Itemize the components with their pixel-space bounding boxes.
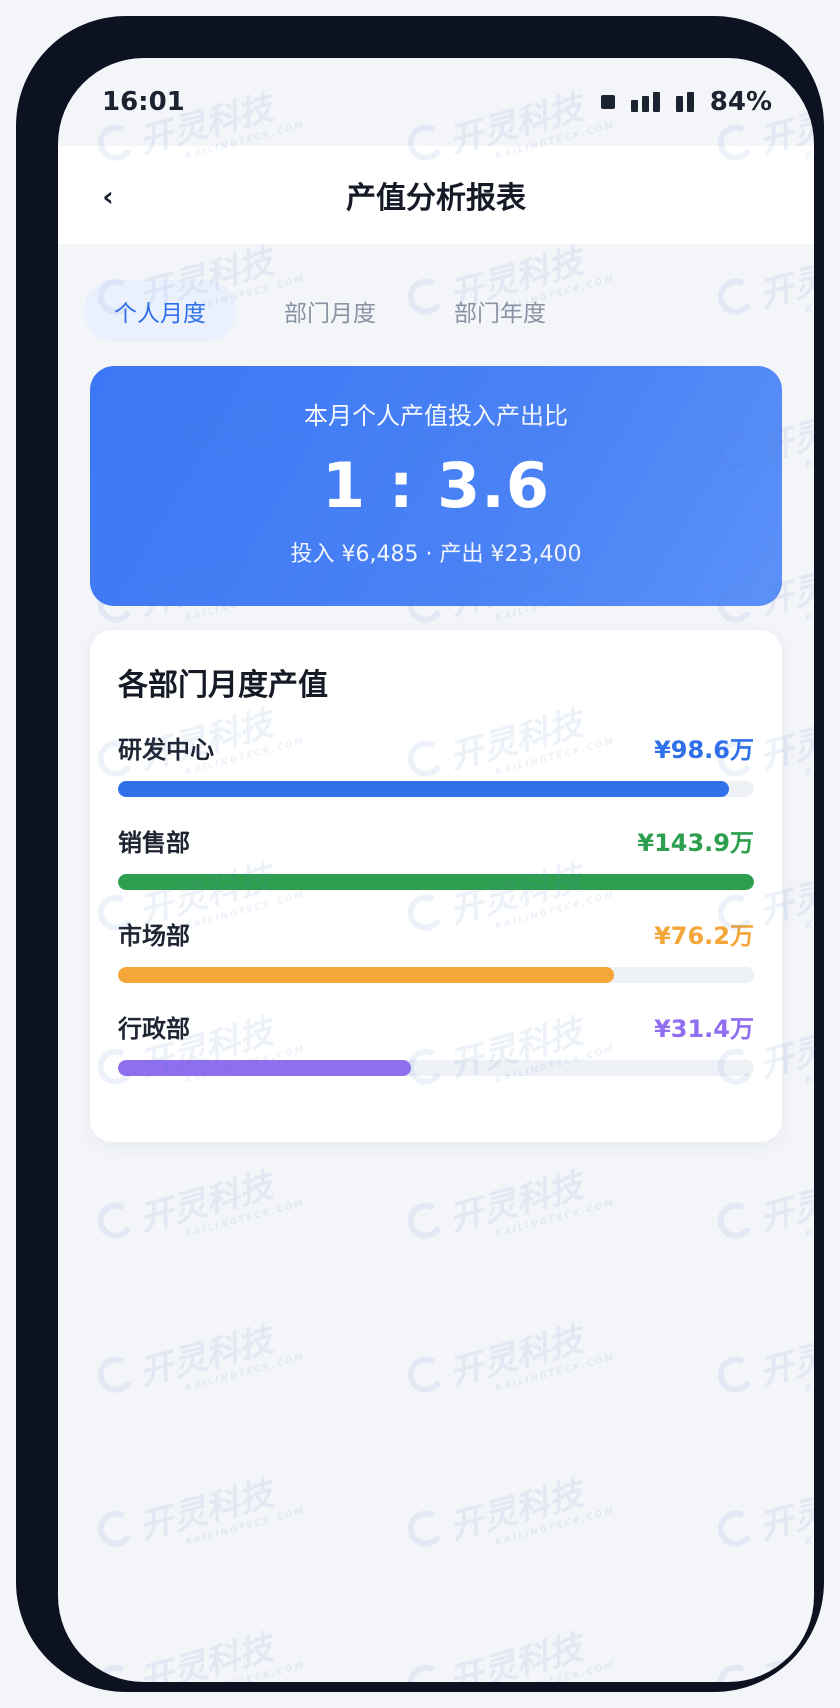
ratio-label: 本月个人产值投入产出比 (304, 402, 568, 430)
battery-level: 84% (709, 87, 772, 117)
department-name: 市场部 (118, 922, 190, 950)
department-value: ¥143.9万 (637, 829, 754, 857)
department-name: 销售部 (118, 829, 190, 857)
department-item: 销售部 ¥143.9万 (118, 823, 754, 890)
ratio-card: 本月个人产值投入产出比 1 : 3.6 投入 ¥6,485 · 产出 ¥23,4… (90, 366, 782, 606)
department-row: 研发中心 ¥98.6万 (118, 730, 754, 765)
watermark-logo: 开灵科技KAILINGTECK.COM (713, 1459, 814, 1558)
report-tabs: 个人月度 部门月度 部门年度 (84, 280, 576, 342)
department-card: 各部门月度产值 研发中心 ¥98.6万销售部 ¥143.9万市场部 ¥76.2万行政部… (90, 630, 782, 1142)
watermark-logo: 开灵科技KAILINGTECK.COM (713, 1613, 814, 1682)
department-row: 销售部 ¥143.9万 (118, 823, 754, 858)
back-icon[interactable]: ‹ (88, 176, 128, 216)
wifi-icon (675, 92, 694, 112)
phone-frame: 16:01 84% ‹ 产值分析报表 个人月度 部门月度 部门年度 本月个人产值投入… (16, 16, 824, 1692)
notification-icon (600, 95, 615, 109)
department-name: 研发中心 (118, 736, 214, 764)
watermark-logo: 开灵科技KAILINGTECK.COM (403, 1613, 616, 1682)
ratio-detail: 投入 ¥6,485 · 产出 ¥23,400 (290, 542, 582, 567)
tab-1[interactable]: 部门月度 (254, 280, 406, 342)
department-value: ¥31.4万 (654, 1015, 754, 1043)
progress-fill (118, 1060, 411, 1076)
watermark-logo: 开灵科技KAILINGTECK.COM (93, 1305, 306, 1404)
watermark-logo: 开灵科技KAILINGTECK.COM (93, 1459, 306, 1558)
progress-fill (118, 781, 729, 797)
progress-track (118, 874, 754, 890)
watermark-logo: 开灵科技KAILINGTECK.COM (713, 1151, 814, 1250)
progress-fill (118, 874, 754, 890)
progress-fill (118, 967, 615, 983)
department-row: 行政部 ¥31.4万 (118, 1009, 754, 1044)
page-title: 产值分析报表 (346, 181, 526, 216)
watermark-logo: 开灵科技KAILINGTECK.COM (403, 1459, 616, 1558)
ratio-value: 1 : 3.6 (322, 449, 550, 522)
tab-0[interactable]: 个人月度 (84, 280, 236, 342)
progress-track (118, 781, 754, 797)
progress-track (118, 967, 754, 983)
department-list: 研发中心 ¥98.6万销售部 ¥143.9万市场部 ¥76.2万行政部 ¥31.4万 (118, 730, 754, 1076)
watermark-logo: 开灵科技KAILINGTECK.COM (93, 1151, 306, 1250)
phone-screen: 16:01 84% ‹ 产值分析报表 个人月度 部门月度 部门年度 本月个人产值投入… (58, 58, 814, 1682)
watermark-logo: 开灵科技KAILINGTECK.COM (93, 1613, 306, 1682)
status-bar: 16:01 84% (58, 58, 814, 146)
department-value: ¥98.6万 (654, 736, 754, 764)
department-card-title: 各部门月度产值 (118, 668, 328, 703)
department-name: 行政部 (118, 1015, 190, 1043)
department-item: 市场部 ¥76.2万 (118, 916, 754, 983)
watermark-logo: 开灵科技KAILINGTECK.COM (713, 1305, 814, 1404)
watermark-logo: 开灵科技KAILINGTECK.COM (403, 1305, 616, 1404)
signal-icon (630, 92, 660, 112)
status-time: 16:01 (102, 87, 185, 117)
department-item: 行政部 ¥31.4万 (118, 1009, 754, 1076)
watermark-logo: 开灵科技KAILINGTECK.COM (403, 1151, 616, 1250)
status-icons: 84% (600, 87, 772, 117)
department-item: 研发中心 ¥98.6万 (118, 730, 754, 797)
department-value: ¥76.2万 (654, 922, 754, 950)
tab-2[interactable]: 部门年度 (424, 280, 576, 342)
nav-header: ‹ 产值分析报表 (58, 146, 814, 244)
progress-track (118, 1060, 754, 1076)
department-row: 市场部 ¥76.2万 (118, 916, 754, 951)
